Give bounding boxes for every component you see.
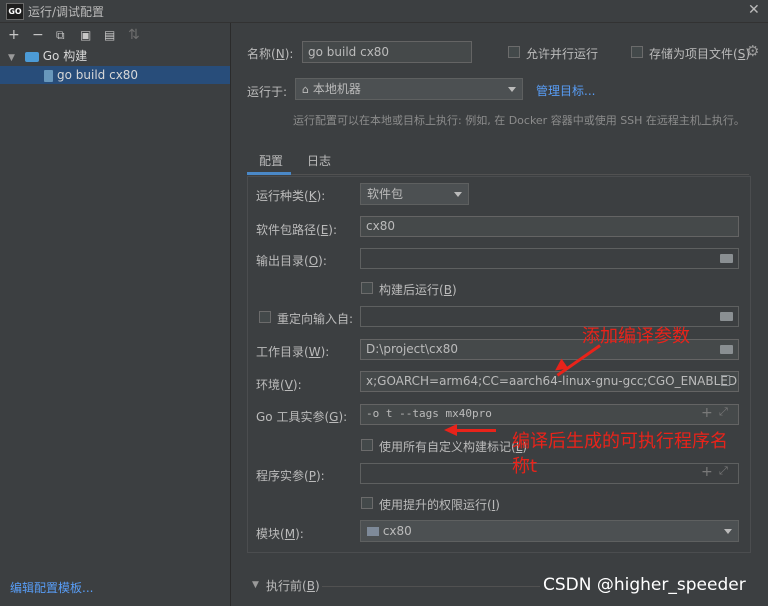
config-tree-panel	[0, 23, 231, 606]
go-tool-args-label: Go 工具实参(G):	[256, 410, 348, 424]
watermark: CSDN @higher_speeder	[543, 575, 746, 595]
name-input[interactable]: go build cx80	[302, 41, 472, 63]
environment-label: 环境(V):	[256, 378, 302, 392]
home-icon: ⌂	[302, 83, 309, 96]
tab-configuration[interactable]: 配置	[259, 152, 283, 169]
folder-icon[interactable]	[720, 345, 733, 354]
close-icon[interactable]: ✕	[748, 2, 760, 18]
save-config-icon[interactable]: ▣	[80, 28, 91, 42]
chevron-down-icon: ▼	[8, 53, 15, 63]
module-folder-icon	[367, 527, 379, 536]
expand-icon[interactable]: ⤢	[719, 405, 728, 419]
copy-config-icon[interactable]: ⧉	[56, 28, 65, 43]
chevron-down-icon	[724, 529, 732, 534]
chevron-down-icon[interactable]: ▼	[252, 580, 259, 590]
before-launch-label[interactable]: 执行前(B)	[266, 577, 320, 594]
go-icon	[24, 51, 39, 62]
folder-icon[interactable]	[720, 254, 733, 263]
folder-move-icon[interactable]: ▤	[104, 28, 115, 42]
expand-icon[interactable]: ⤢	[719, 464, 728, 478]
elevated-privileges-checkbox[interactable]	[361, 497, 373, 509]
program-args-label: 程序实参(P):	[256, 469, 325, 483]
package-path-input[interactable]: cx80	[360, 216, 739, 237]
run-on-label: 运行于:	[247, 85, 288, 99]
run-kind-dropdown[interactable]: 软件包	[360, 183, 469, 205]
folder-icon[interactable]	[720, 312, 733, 321]
output-dir-label: 输出目录(O):	[256, 254, 327, 268]
remove-config-icon[interactable]: −	[32, 27, 44, 43]
run-on-value: 本地机器	[312, 82, 361, 96]
output-dir-input[interactable]	[360, 248, 739, 269]
parallel-run-label: 允许并行运行	[526, 47, 599, 61]
parallel-run-checkbox[interactable]	[508, 46, 520, 58]
goland-app-icon: GO	[6, 3, 24, 20]
module-dropdown[interactable]: cx80	[360, 520, 739, 542]
run-after-build-label: 构建后运行(B)	[379, 283, 457, 297]
elevated-privileges-label: 使用提升的权限运行(I)	[379, 498, 500, 512]
section-divider	[322, 586, 540, 587]
module-label: 模块(M):	[256, 527, 304, 541]
run-after-build-checkbox[interactable]	[361, 282, 373, 294]
active-tab-indicator	[247, 172, 291, 175]
tree-group-label: Go 构建	[42, 49, 88, 63]
store-as-project-file-checkbox[interactable]	[631, 46, 643, 58]
run-on-dropdown[interactable]: ⌂ 本地机器	[295, 78, 523, 100]
redirect-input-label: 重定向输入自:	[277, 312, 354, 326]
custom-build-tags-label: 使用所有自定义构建标记(L)	[379, 440, 528, 454]
sort-icon[interactable]: ⇅	[128, 27, 140, 43]
edit-env-icon[interactable]	[721, 375, 730, 386]
redirect-input-checkbox[interactable]	[259, 311, 271, 323]
manage-targets-link[interactable]: 管理目标...	[536, 82, 595, 99]
run-on-hint: 运行配置可以在本地或目标上执行: 例如, 在 Docker 容器中或使用 SSH…	[293, 114, 745, 127]
tree-group-go-build[interactable]: ▼ Go 构建	[0, 47, 230, 65]
custom-build-tags-checkbox[interactable]	[361, 439, 373, 451]
module-value: cx80	[382, 524, 412, 538]
store-as-project-file-label: 存储为项目文件(S)	[649, 47, 751, 61]
run-kind-value: 软件包	[367, 187, 404, 201]
working-dir-label: 工作目录(W):	[256, 345, 330, 359]
gear-icon[interactable]: ⚙	[746, 42, 759, 60]
annotation-output-name-1: 编译后生成的可执行程序名	[512, 431, 728, 452]
run-kind-label: 运行种类(K):	[256, 189, 326, 203]
go-tool-args-input[interactable]: -o t --tags mx40pro	[360, 404, 739, 425]
name-label: 名称(N):	[247, 47, 294, 61]
chevron-down-icon	[508, 87, 516, 92]
annotation-output-name-2: 称t	[512, 456, 538, 477]
tree-item-label: go build cx80	[57, 68, 139, 82]
edit-templates-link[interactable]: 编辑配置模板...	[10, 579, 93, 596]
title-bar	[0, 0, 768, 23]
annotation-arrow-2	[456, 429, 496, 432]
program-args-input[interactable]	[360, 463, 739, 484]
insert-macro-icon[interactable]: +	[701, 405, 713, 421]
environment-input[interactable]: x;GOARCH=arm64;CC=aarch64-linux-gnu-gcc;…	[360, 371, 739, 392]
package-path-label: 软件包路径(E):	[256, 223, 338, 237]
tab-logs[interactable]: 日志	[307, 152, 331, 169]
go-file-icon	[44, 69, 53, 82]
add-config-icon[interactable]: +	[8, 27, 20, 43]
tree-item-go-build-cx80[interactable]: go build cx80	[0, 66, 230, 84]
window-title: 运行/调试配置	[28, 5, 105, 19]
chevron-down-icon	[454, 192, 462, 197]
insert-macro-icon[interactable]: +	[701, 464, 713, 480]
annotation-arrowhead-2	[444, 424, 457, 436]
